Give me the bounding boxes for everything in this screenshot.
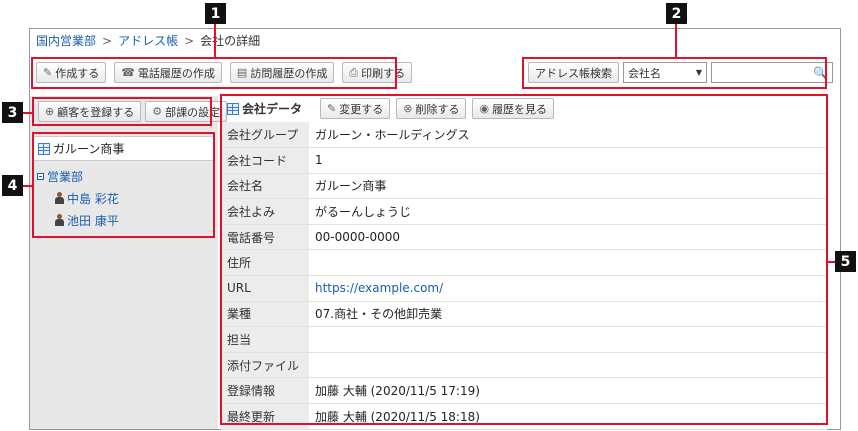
callout-box-5 <box>220 94 828 425</box>
callout-line-3 <box>22 112 33 114</box>
breadcrumb-separator: > <box>184 33 195 48</box>
callout-box-3 <box>32 97 212 126</box>
breadcrumb: 国内営業部 > アドレス帳 > 会社の詳細 <box>36 32 260 49</box>
breadcrumb-link-dept[interactable]: 国内営業部 <box>36 32 96 49</box>
callout-box-2 <box>522 57 827 89</box>
breadcrumb-current: 会社の詳細 <box>200 34 261 48</box>
callout-line-1 <box>214 22 216 58</box>
callout-number-2: 2 <box>666 3 687 24</box>
callout-number-4: 4 <box>2 175 23 196</box>
callout-line-4 <box>22 185 33 187</box>
callout-number-1: 1 <box>205 3 226 24</box>
callout-line-2 <box>675 22 677 58</box>
callout-box-4 <box>32 132 215 238</box>
callout-number-5: 5 <box>835 251 856 272</box>
callout-number-3: 3 <box>2 102 23 123</box>
breadcrumb-link-addressbook[interactable]: アドレス帳 <box>118 32 178 49</box>
breadcrumb-separator: > <box>102 33 113 48</box>
callout-box-1 <box>31 57 397 89</box>
